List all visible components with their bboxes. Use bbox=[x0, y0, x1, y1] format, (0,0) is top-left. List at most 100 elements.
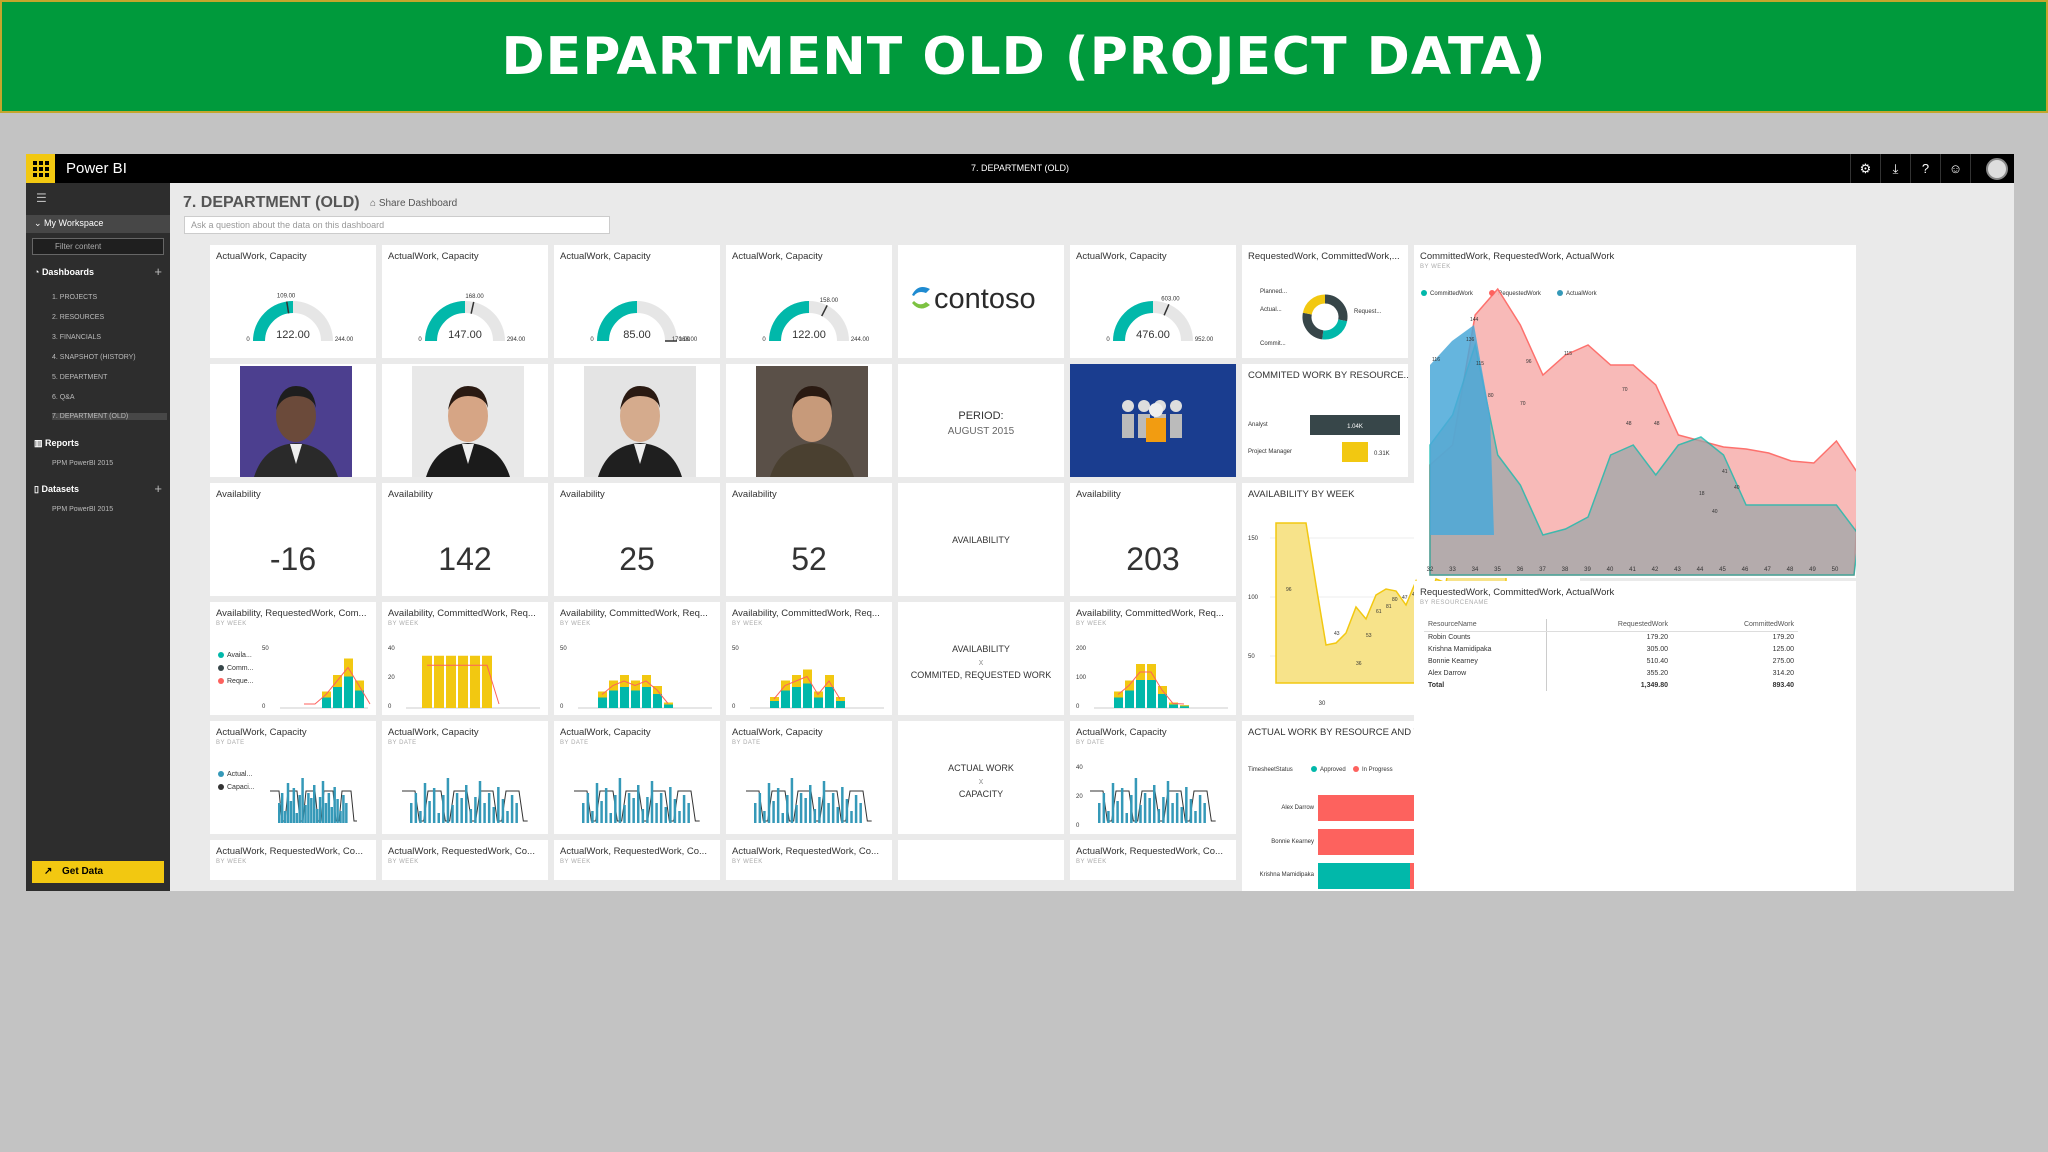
actual-bar bbox=[1180, 807, 1183, 823]
availability-card[interactable]: Availability -16 bbox=[210, 483, 376, 596]
filter-input[interactable]: Filter content bbox=[32, 238, 164, 255]
tile-title: ActualWork, RequestedWork, Co... bbox=[560, 846, 707, 857]
donut-label: Request... bbox=[1354, 309, 1382, 315]
add-dataset-icon[interactable]: + bbox=[154, 481, 162, 496]
data-label: 70 bbox=[1520, 401, 1526, 407]
line-chart-tile[interactable]: ActualWork, Capacity BY DATE bbox=[554, 721, 720, 834]
tile-title: ActualWork, RequestedWork, Co... bbox=[216, 846, 363, 857]
data-table: ResourceName RequestedWork CommittedWork Ro… bbox=[1424, 619, 1798, 691]
gear-icon[interactable]: ⚙ bbox=[1850, 154, 1880, 183]
actual-bar bbox=[831, 793, 835, 823]
datasets-header[interactable]: ▯ Datasets bbox=[34, 484, 79, 495]
qa-input[interactable]: Ask a question about the data on this da… bbox=[184, 216, 610, 234]
line-chart-tile[interactable]: ActualWork, Capacity BY DATE 40 20 0 bbox=[1070, 721, 1236, 834]
combo-chart-tile[interactable]: ActualWork, RequestedWork, Co... BY WEEK bbox=[382, 840, 548, 880]
hamburger-icon[interactable]: ☰ bbox=[36, 191, 47, 205]
data-label: 96 bbox=[1286, 587, 1292, 593]
donut-label: Planned... bbox=[1260, 289, 1287, 295]
donut-label: Commit... bbox=[1260, 341, 1286, 347]
actual-bar bbox=[345, 803, 348, 823]
dashboards-label: Dashboards bbox=[41, 267, 94, 277]
actual-bar bbox=[283, 811, 287, 823]
line-chart-tile[interactable]: ActualWork, Capacity BY DATE Actual... Capa… bbox=[210, 721, 376, 834]
sidebar-dashboard-item[interactable]: 2. RESOURCES bbox=[52, 314, 167, 321]
logo-tile[interactable]: contoso bbox=[898, 245, 1064, 358]
photo-tile[interactable] bbox=[726, 364, 892, 477]
gauge-tile[interactable]: ActualWork, Capacity 122.00 0 244.00 109.00 bbox=[210, 245, 376, 358]
photo-tile[interactable] bbox=[210, 364, 376, 477]
actual-bar bbox=[432, 788, 436, 823]
combo-chart-tile[interactable]: ActualWork, RequestedWork, Co... BY WEEK bbox=[1070, 840, 1236, 880]
actual-bar bbox=[859, 803, 862, 823]
label-tile[interactable]: ACTUAL WORK x CAPACITY bbox=[898, 721, 1064, 834]
committed-by-resource-tile[interactable]: COMMITED WORK BY RESOURCE... Analyst Proje… bbox=[1242, 364, 1408, 477]
combo-chart-tile[interactable]: Availability, CommittedWork, Req... BY WE… bbox=[382, 602, 548, 715]
bar bbox=[482, 655, 492, 708]
dashboards-header[interactable]: ◔ Dashboards bbox=[34, 267, 94, 277]
label-tile[interactable]: AVAILABILITY bbox=[898, 483, 1064, 596]
sidebar-dashboard-item[interactable]: 1. PROJECTS bbox=[52, 294, 167, 301]
gauge-tile[interactable]: ActualWork, Capacity 85.00 0 168.00 170.00 bbox=[554, 245, 720, 358]
dashboard-canvas: 7. DEPARTMENT (OLD) ⌂ Share Dashboard As… bbox=[170, 183, 2014, 891]
actual-bar bbox=[655, 803, 658, 823]
combo-chart-tile[interactable]: ActualWork, RequestedWork, Co... BY WEEK bbox=[554, 840, 720, 880]
availability-card[interactable]: Availability 203 bbox=[1070, 483, 1236, 596]
line-chart-tile[interactable]: ActualWork, Capacity BY DATE bbox=[726, 721, 892, 834]
sidebar-dashboard-item[interactable]: 3. FINANCIALS bbox=[52, 334, 167, 341]
availability-card[interactable]: Availability 142 bbox=[382, 483, 548, 596]
x-tick: 33 bbox=[1449, 567, 1456, 573]
get-data-button[interactable]: ↗ Get Data bbox=[32, 861, 164, 883]
reports-header[interactable]: ▥ Reports bbox=[34, 438, 79, 449]
availability-card[interactable]: Availability 52 bbox=[726, 483, 892, 596]
sidebar-dashboard-item[interactable]: 4. SNAPSHOT (HISTORY) bbox=[52, 354, 167, 361]
period-value: AUGUST 2015 bbox=[947, 426, 1015, 437]
gauge-tile[interactable]: ActualWork, Capacity 122.00 0 244.00 158.00 bbox=[726, 245, 892, 358]
bar-label: Krishna Mamidipaka bbox=[1260, 872, 1315, 878]
actual-bar bbox=[818, 797, 821, 823]
slide-title: DEPARTMENT OLD (PROJECT DATA) bbox=[501, 26, 1547, 87]
sidebar-dataset-item[interactable]: PPM PowerBI 2015 bbox=[52, 506, 167, 513]
actual-bar bbox=[1134, 778, 1138, 823]
sidebar-dashboard-item-selected[interactable]: 7. DEPARTMENT (OLD) bbox=[52, 413, 167, 420]
actual-bar bbox=[339, 811, 342, 823]
photo-tile[interactable] bbox=[554, 364, 720, 477]
data-label: 47 bbox=[1402, 595, 1408, 601]
period-tile[interactable]: PERIOD: AUGUST 2015 bbox=[898, 364, 1064, 477]
team-image-tile[interactable] bbox=[1070, 364, 1236, 477]
label-tile[interactable]: AVAILABILITY x COMMITED, REQUESTED WORK bbox=[898, 602, 1064, 715]
profile-button[interactable] bbox=[1970, 154, 2014, 183]
actual-bar bbox=[324, 803, 328, 823]
table-tile[interactable]: RequestedWork, CommittedWork, ActualWork… bbox=[1414, 581, 1856, 891]
sidebar-dashboard-item[interactable]: 5. DEPARTMENT bbox=[52, 374, 167, 381]
sidebar-report-item[interactable]: PPM PowerBI 2015 bbox=[52, 460, 167, 467]
actual-bar bbox=[1102, 793, 1106, 823]
actual-bar bbox=[1143, 793, 1147, 823]
add-dashboard-icon[interactable]: + bbox=[154, 264, 162, 279]
actual-bar bbox=[410, 803, 413, 823]
combo-chart-tile[interactable]: ActualWork, RequestedWork, Co... BY WEEK bbox=[210, 840, 376, 880]
line-chart-tile[interactable]: ActualWork, Capacity BY DATE bbox=[382, 721, 548, 834]
slide-banner: DEPARTMENT OLD (PROJECT DATA) bbox=[0, 0, 2048, 113]
combo-chart-tile[interactable]: Availability, CommittedWork, Req... BY WE… bbox=[1070, 602, 1236, 715]
gauge-target: 170.00 bbox=[672, 337, 691, 343]
label-tile[interactable] bbox=[898, 840, 1064, 880]
actual-bar bbox=[342, 795, 345, 823]
combo-chart-tile[interactable]: Availability, CommittedWork, Req... BY WE… bbox=[726, 602, 892, 715]
share-dashboard-button[interactable]: ⌂ Share Dashboard bbox=[370, 198, 457, 209]
gauge-tile[interactable]: ActualWork, Capacity 476.00 0 952.00 603.00 bbox=[1070, 245, 1236, 358]
gauge-tile[interactable]: ActualWork, Capacity 147.00 0 294.00 168.00 bbox=[382, 245, 548, 358]
donut-tile[interactable]: RequestedWork, CommittedWork,... Planned.… bbox=[1242, 245, 1408, 358]
actual-bar bbox=[850, 811, 853, 823]
sidebar-dashboard-item[interactable]: 6. Q&A bbox=[52, 394, 167, 401]
combo-chart-tile[interactable]: Availability, CommittedWork, Req... BY WE… bbox=[554, 602, 720, 715]
actual-bar bbox=[1120, 788, 1124, 823]
availability-card[interactable]: Availability 25 bbox=[554, 483, 720, 596]
workspace-selector[interactable]: ⌄ My Workspace bbox=[26, 215, 170, 233]
photo-tile[interactable] bbox=[382, 364, 548, 477]
combo-chart-tile[interactable]: Availability, RequestedWork, Com... BY WE… bbox=[210, 602, 376, 715]
download-icon[interactable]: ⤓ bbox=[1880, 154, 1910, 183]
combo-chart-tile[interactable]: ActualWork, RequestedWork, Co... BY WEEK bbox=[726, 840, 892, 880]
area-chart-tile[interactable]: CommittedWork, RequestedWork, ActualWork… bbox=[1414, 245, 1856, 578]
smiley-icon[interactable]: ☺ bbox=[1940, 154, 1970, 183]
help-icon[interactable]: ? bbox=[1910, 154, 1940, 183]
